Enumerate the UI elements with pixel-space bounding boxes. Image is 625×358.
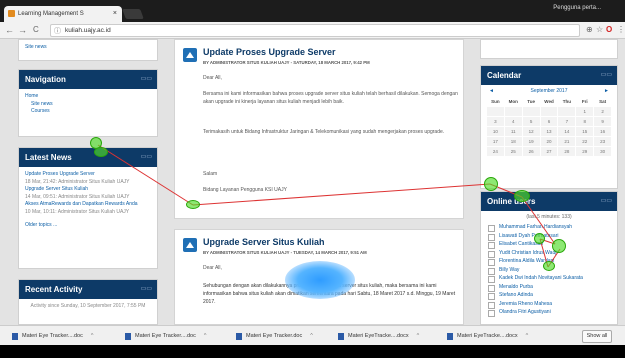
gaze-fixation (552, 239, 566, 253)
new-tab-button[interactable] (122, 9, 144, 19)
gaze-fixation (484, 177, 498, 191)
chevron-up-icon[interactable]: ^ (526, 333, 529, 339)
menu-icon[interactable]: ⋮ (617, 25, 625, 34)
gaze-line (97, 144, 194, 206)
page-content: Site news Navigation ▭▭ Home Site news Co… (0, 39, 625, 325)
download-item-1[interactable]: Materi Eye Tracker....doc ^ (10, 330, 93, 343)
gaze-fixation (186, 200, 200, 209)
info-icon[interactable]: ⓘ (54, 26, 61, 37)
downloads-bar: Materi Eye Tracker....doc ^ Materi Eye Tr… (0, 325, 625, 345)
star-icon[interactable]: ☆ (596, 25, 603, 34)
url-input[interactable]: ⓘ kuliah.uajy.ac.id (50, 24, 580, 37)
download-item-4[interactable]: Materi EyeTracke....docx ^ (336, 330, 419, 343)
download-name-4: Materi EyeTracke....docx (348, 333, 409, 339)
back-icon[interactable]: ← (5, 24, 14, 36)
tab-close-icon[interactable]: × (113, 6, 117, 22)
gaze-fixation (514, 190, 530, 202)
gaze-heatmap-blob (285, 261, 355, 299)
screen-bottom-edge (0, 345, 625, 358)
favicon-icon (8, 10, 15, 17)
download-item-2[interactable]: Materi Eye Tracker....doc ^ (123, 330, 206, 343)
browser-tab[interactable]: Learning Management S × (4, 6, 122, 22)
gaze-line (192, 183, 491, 206)
download-name-3: Materi Eye Tracker.doc (246, 333, 303, 339)
chevron-up-icon[interactable]: ^ (417, 333, 420, 339)
opera-icon[interactable]: O (606, 25, 612, 34)
download-item-5[interactable]: Materi EyeTracke....docx ^ (445, 330, 528, 343)
address-bar-row: ← → C ⓘ kuliah.uajy.ac.id ⊕ ☆ O ⋮ (0, 22, 625, 39)
chevron-up-icon[interactable]: ^ (204, 333, 207, 339)
tab-title: Learning Management S (18, 11, 84, 17)
browser-user-name[interactable]: Pengguna perta... (553, 5, 601, 11)
download-name-5: Materi EyeTracke....docx (457, 333, 518, 339)
chevron-up-icon[interactable]: ^ (91, 333, 94, 339)
screen: { "browser": { "tab_title": "Learning Ma… (0, 0, 625, 358)
url-text: kuliah.uajy.ac.id (65, 27, 111, 34)
show-all-button[interactable]: Show all (582, 330, 612, 343)
reload-icon[interactable]: C (33, 24, 39, 36)
gaze-fixation (94, 147, 108, 157)
forward-icon[interactable]: → (18, 24, 27, 36)
translate-icon[interactable]: ⊕ (586, 25, 593, 34)
download-item-3[interactable]: Materi Eye Tracker.doc ^ (234, 330, 313, 343)
download-name-2: Materi Eye Tracker....doc (135, 333, 196, 339)
gaze-fixation (543, 261, 555, 271)
chevron-up-icon[interactable]: ^ (310, 333, 313, 339)
gaze-fixation (534, 233, 545, 244)
download-name-1: Materi Eye Tracker....doc (22, 333, 83, 339)
